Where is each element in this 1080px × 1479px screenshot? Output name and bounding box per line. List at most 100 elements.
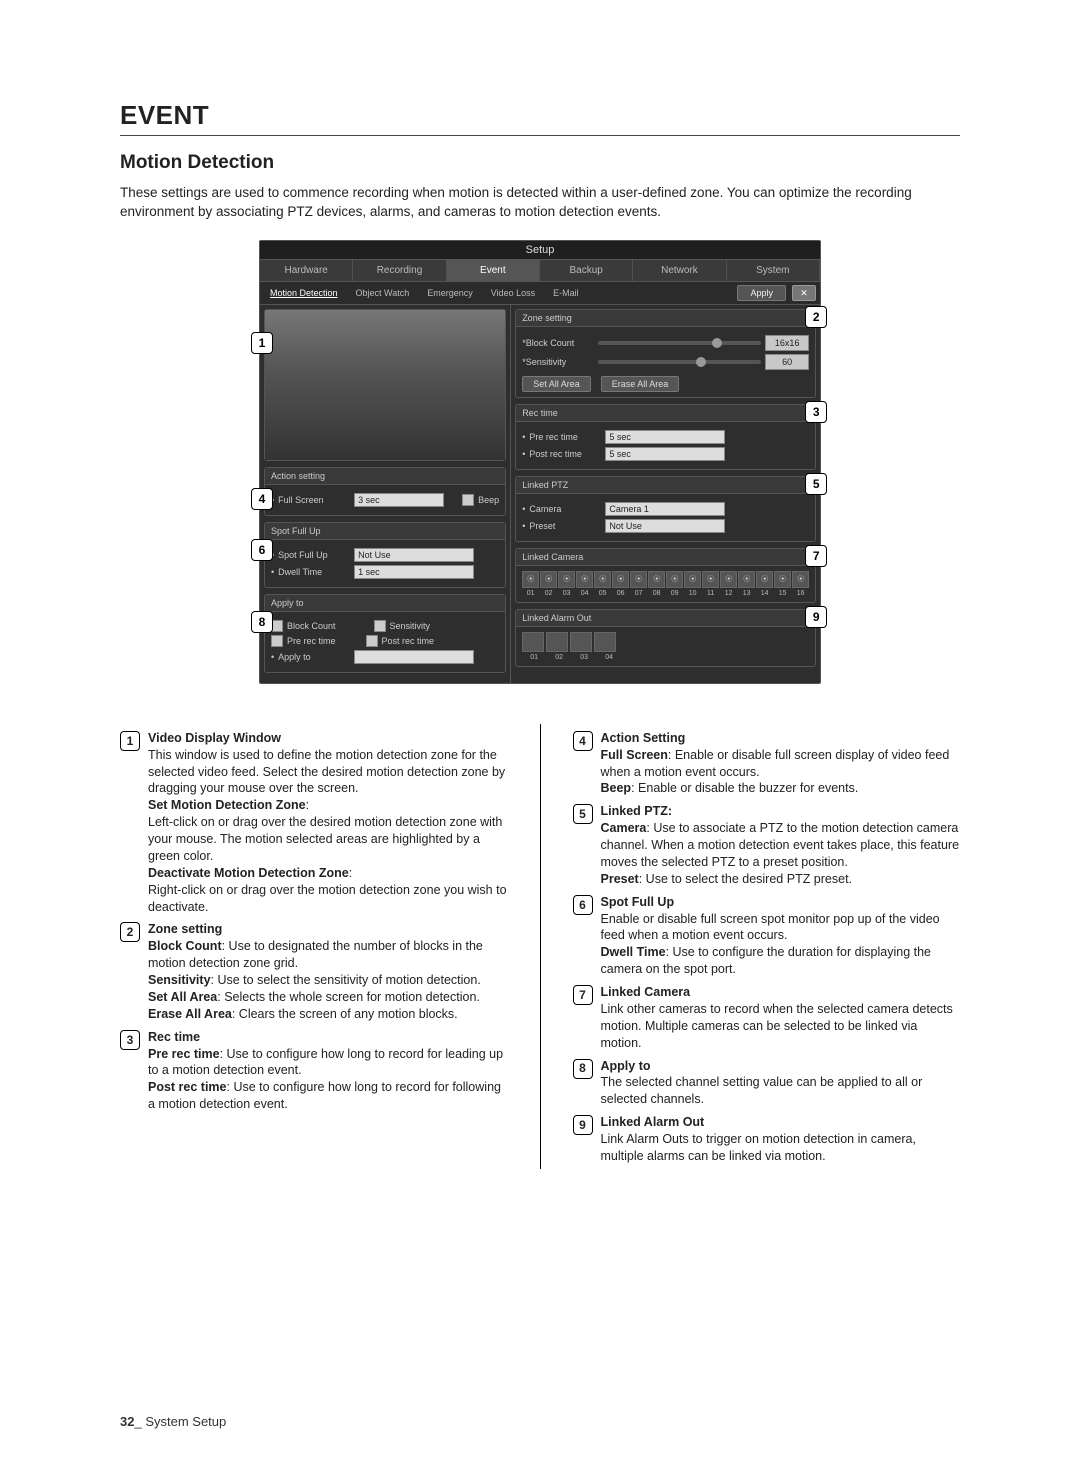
post-rec-time-select[interactable]: 5 sec: [605, 447, 725, 461]
camera-labels: 01020304050607080910111213141516: [522, 590, 809, 597]
apply-to-select[interactable]: [354, 650, 474, 664]
rec-time-title: Rec time: [516, 405, 815, 422]
camera-toggle-05[interactable]: ⦿: [594, 571, 611, 588]
tab-backup[interactable]: Backup: [540, 260, 633, 281]
desc-item-8: 8 Apply to The selected channel setting …: [573, 1058, 961, 1109]
subtab-video-loss[interactable]: Video Loss: [485, 286, 541, 300]
section-heading: EVENT: [120, 100, 960, 131]
sensitivity-label2: *Sensitivity: [522, 357, 594, 367]
column-divider: [540, 724, 541, 1169]
alarm-toggle-03[interactable]: [570, 632, 592, 652]
linked-alarm-title: Linked Alarm Out: [516, 610, 815, 627]
camera-label-14: 14: [756, 590, 773, 597]
tab-recording[interactable]: Recording: [353, 260, 446, 281]
sensitivity-check[interactable]: [374, 620, 386, 632]
full-screen-label: Full Screen: [278, 495, 350, 505]
pre-rec-time-select[interactable]: 5 sec: [605, 430, 725, 444]
apply-to-label: Apply to: [278, 652, 350, 662]
d1-set-title: Set Motion Detection Zone: [148, 798, 306, 812]
tab-event[interactable]: Event: [447, 260, 540, 281]
camera-toggle-14[interactable]: ⦿: [756, 571, 773, 588]
camera-label-12: 12: [720, 590, 737, 597]
erase-all-area-button[interactable]: Erase All Area: [601, 376, 680, 392]
d4-full-b: Full Screen: [601, 748, 668, 762]
alarm-toggle-01[interactable]: [522, 632, 544, 652]
alarm-toggle-02[interactable]: [546, 632, 568, 652]
alarm-toggle-04[interactable]: [594, 632, 616, 652]
camera-label-06: 06: [612, 590, 629, 597]
sensitivity-slider[interactable]: [598, 360, 761, 364]
camera-toggle-03[interactable]: ⦿: [558, 571, 575, 588]
pre-rec-time-label: Pre rec time: [529, 432, 601, 442]
apply-to-panel: 8 Apply to Block Count Sensitivity Pre: [264, 594, 506, 673]
camera-toggle-09[interactable]: ⦿: [666, 571, 683, 588]
beep-checkbox[interactable]: [462, 494, 474, 506]
d5-cam-b: Camera: [601, 821, 647, 835]
sensitivity-value: 60: [765, 354, 809, 370]
camera-label-02: 02: [540, 590, 557, 597]
d2-erase-b: Erase All Area: [148, 1007, 232, 1021]
pre-rec-check[interactable]: [271, 635, 283, 647]
ptz-camera-select[interactable]: Camera 1: [605, 502, 725, 516]
desc-item-6: 6 Spot Full Up Enable or disable full sc…: [573, 894, 961, 978]
block-count-slider[interactable]: [598, 341, 761, 345]
camera-toggle-13[interactable]: ⦿: [738, 571, 755, 588]
callout-5: 5: [805, 473, 827, 495]
video-display-window[interactable]: [265, 310, 505, 460]
beep-label: Beep: [478, 495, 499, 505]
callout-7: 7: [805, 545, 827, 567]
camera-toggle-11[interactable]: ⦿: [702, 571, 719, 588]
set-all-area-button[interactable]: Set All Area: [522, 376, 591, 392]
full-screen-select[interactable]: 3 sec: [354, 493, 444, 507]
d9-text: Link Alarm Outs to trigger on motion det…: [601, 1131, 961, 1165]
tab-system[interactable]: System: [727, 260, 820, 281]
tab-network[interactable]: Network: [633, 260, 726, 281]
spot-full-up-select[interactable]: Not Use: [354, 548, 474, 562]
camera-label-04: 04: [576, 590, 593, 597]
dialog-title: Setup: [260, 241, 820, 260]
ptz-preset-select[interactable]: Not Use: [605, 519, 725, 533]
dwell-time-select[interactable]: 1 sec: [354, 565, 474, 579]
apply-button[interactable]: Apply: [737, 285, 786, 301]
camera-toggle-15[interactable]: ⦿: [774, 571, 791, 588]
footer-label: System Setup: [142, 1414, 227, 1429]
num-5-icon: 5: [573, 804, 593, 824]
camera-toggle-10[interactable]: ⦿: [684, 571, 701, 588]
camera-label-16: 16: [792, 590, 809, 597]
post-rec-check[interactable]: [366, 635, 378, 647]
subtab-motion-detection[interactable]: Motion Detection: [264, 286, 344, 300]
divider: [120, 135, 960, 136]
camera-label-15: 15: [774, 590, 791, 597]
camera-toggle-12[interactable]: ⦿: [720, 571, 737, 588]
camera-toggle-07[interactable]: ⦿: [630, 571, 647, 588]
tab-hardware[interactable]: Hardware: [260, 260, 353, 281]
camera-toggle-06[interactable]: ⦿: [612, 571, 629, 588]
camera-toggle-16[interactable]: ⦿: [792, 571, 809, 588]
close-button[interactable]: ✕: [792, 285, 816, 301]
d1-deact-title: Deactivate Motion Detection Zone: [148, 866, 349, 880]
apply-to-title: Apply to: [265, 595, 505, 612]
subtab-object-watch[interactable]: Object Watch: [350, 286, 416, 300]
page-number: 32: [120, 1414, 134, 1429]
sensitivity-label: Sensitivity: [390, 621, 431, 631]
camera-toggle-04[interactable]: ⦿: [576, 571, 593, 588]
desc-item-9: 9 Linked Alarm Out Link Alarm Outs to tr…: [573, 1114, 961, 1165]
block-count-label: Block Count: [287, 621, 336, 631]
d5-cam: : Use to associate a PTZ to the motion d…: [601, 821, 960, 869]
linked-ptz-title: Linked PTZ: [516, 477, 815, 494]
alarm-label-01: 01: [522, 654, 546, 661]
camera-toggle-08[interactable]: ⦿: [648, 571, 665, 588]
alarm-label-03: 03: [572, 654, 596, 661]
left-column: 1 Video Display Window This window is us…: [120, 724, 508, 1169]
d2-sens-b: Sensitivity: [148, 973, 211, 987]
d7-text: Link other cameras to record when the se…: [601, 1001, 961, 1052]
camera-toggle-01[interactable]: ⦿: [522, 571, 539, 588]
camera-toggle-02[interactable]: ⦿: [540, 571, 557, 588]
zone-setting-title: Zone setting: [516, 310, 815, 327]
d2-block-b: Block Count: [148, 939, 222, 953]
main-tabs: Hardware Recording Event Backup Network …: [260, 260, 820, 282]
subtab-email[interactable]: E-Mail: [547, 286, 585, 300]
intro-text: These settings are used to commence reco…: [120, 184, 960, 222]
subtab-emergency[interactable]: Emergency: [421, 286, 479, 300]
camera-label-08: 08: [648, 590, 665, 597]
